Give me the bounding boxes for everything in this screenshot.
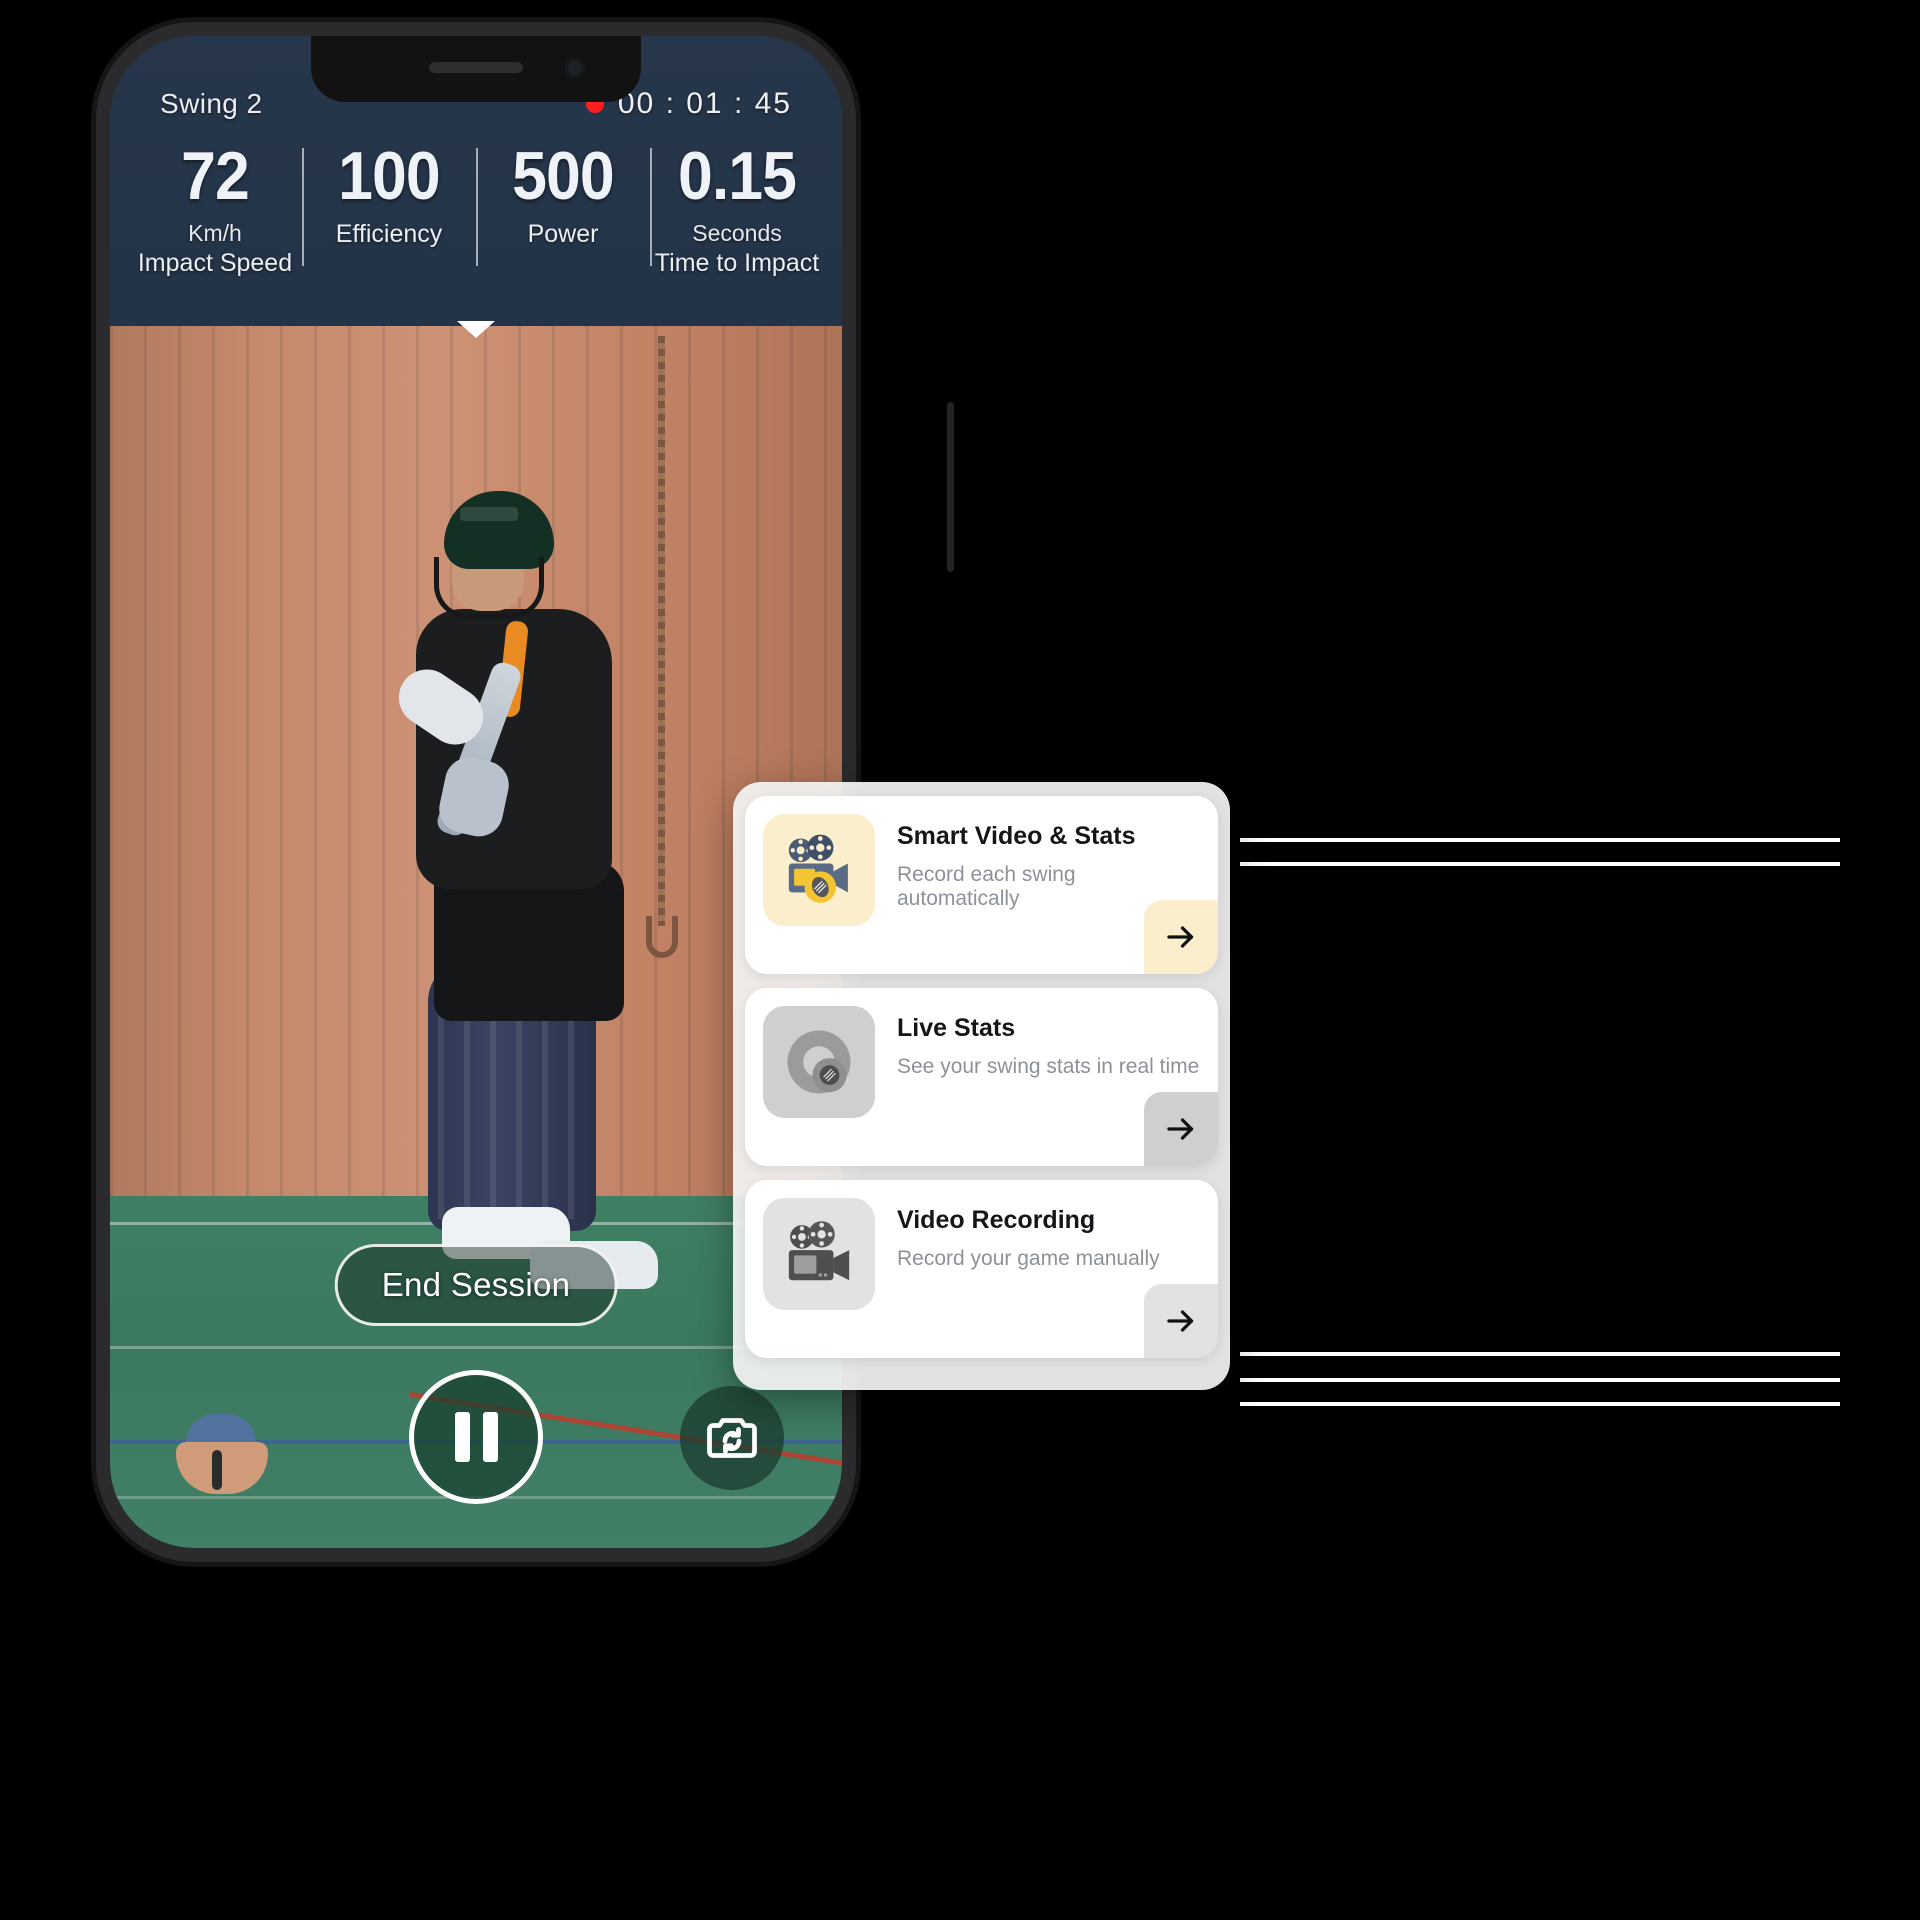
option-card-title: Video Recording (897, 1206, 1096, 1234)
option-card-video-recording[interactable]: Video Recording Record your game manuall… (745, 1180, 1218, 1358)
option-card-live-stats[interactable]: Live Stats See your swing stats in real … (745, 988, 1218, 1166)
screenshot-root: Swing 2 00 : 01 : 45 72 Km/h Impact Spee… (0, 0, 1920, 1920)
power-button[interactable] (947, 402, 954, 572)
option-card-text: Smart Video & Stats Record each swing au… (897, 814, 1200, 911)
stat-efficiency: 100 Efficiency (302, 142, 476, 292)
stat-impact-speed: 72 Km/h Impact Speed (128, 142, 302, 292)
donut-chart-ball-icon (763, 1006, 875, 1118)
option-card-arrow-button[interactable] (1144, 900, 1218, 974)
stat-value: 72 (181, 138, 250, 214)
stat-name: Power (527, 220, 599, 248)
arrow-right-icon (1167, 926, 1194, 948)
movie-camera-icon (763, 1198, 875, 1310)
pause-icon (454, 1412, 470, 1462)
camera-flip-button[interactable] (680, 1386, 784, 1490)
option-card-subtitle: See your swing stats in real time (897, 1055, 1200, 1078)
swing-counter-label: Swing 2 (160, 88, 263, 119)
arrow-right-icon (1167, 1118, 1194, 1140)
stat-power: 500 Power (476, 142, 650, 292)
timer-value: 00 : 01 : 45 (617, 87, 792, 120)
option-card-arrow-button[interactable] (1144, 1284, 1218, 1358)
option-card-subtitle: Record your game manually (897, 1247, 1160, 1270)
option-card-arrow-button[interactable] (1144, 1092, 1218, 1166)
front-camera (565, 58, 585, 78)
stat-unit: Seconds (692, 220, 782, 246)
stat-value: 100 (338, 138, 441, 214)
decorative-rule (1240, 1352, 1840, 1356)
earpiece-speaker (429, 62, 523, 73)
option-card-title: Live Stats (897, 1014, 1016, 1042)
decorative-rule (1240, 862, 1840, 866)
stat-name: Time to Impact (654, 249, 820, 277)
end-session-button[interactable]: End Session (334, 1244, 618, 1326)
arrow-right-icon (1167, 1310, 1194, 1332)
helmet-grille (434, 557, 544, 619)
stat-name: Efficiency (335, 220, 443, 248)
phone-notch (311, 36, 641, 102)
helmet-icon[interactable] (172, 1414, 272, 1500)
decorative-rule (1240, 838, 1840, 842)
decorative-rule (1240, 1378, 1840, 1382)
stat-value: 500 (512, 138, 615, 214)
option-card-text: Live Stats See your swing stats in real … (897, 1006, 1199, 1079)
stat-time-to-impact: 0.15 Seconds Time to Impact (650, 142, 824, 292)
pause-button[interactable] (409, 1370, 543, 1504)
stat-value: 0.15 (677, 138, 797, 214)
chevron-down-icon[interactable] (457, 321, 495, 338)
stat-name: Impact Speed (137, 249, 293, 277)
option-card-smart-video[interactable]: Smart Video & Stats Record each swing au… (745, 796, 1218, 974)
stat-unit: Km/h (188, 220, 242, 246)
stats-row: 72 Km/h Impact Speed 100 Efficiency 500 … (128, 142, 824, 292)
camera-flip-icon (707, 1418, 757, 1458)
decorative-rule (1240, 1402, 1840, 1406)
recording-mode-panel: Smart Video & Stats Record each swing au… (733, 782, 1230, 1390)
option-card-title: Smart Video & Stats (897, 822, 1136, 850)
option-card-text: Video Recording Record your game manuall… (897, 1198, 1160, 1271)
cricket-batter (372, 491, 672, 1289)
pause-icon (482, 1412, 498, 1462)
movie-camera-ball-icon (763, 814, 875, 926)
